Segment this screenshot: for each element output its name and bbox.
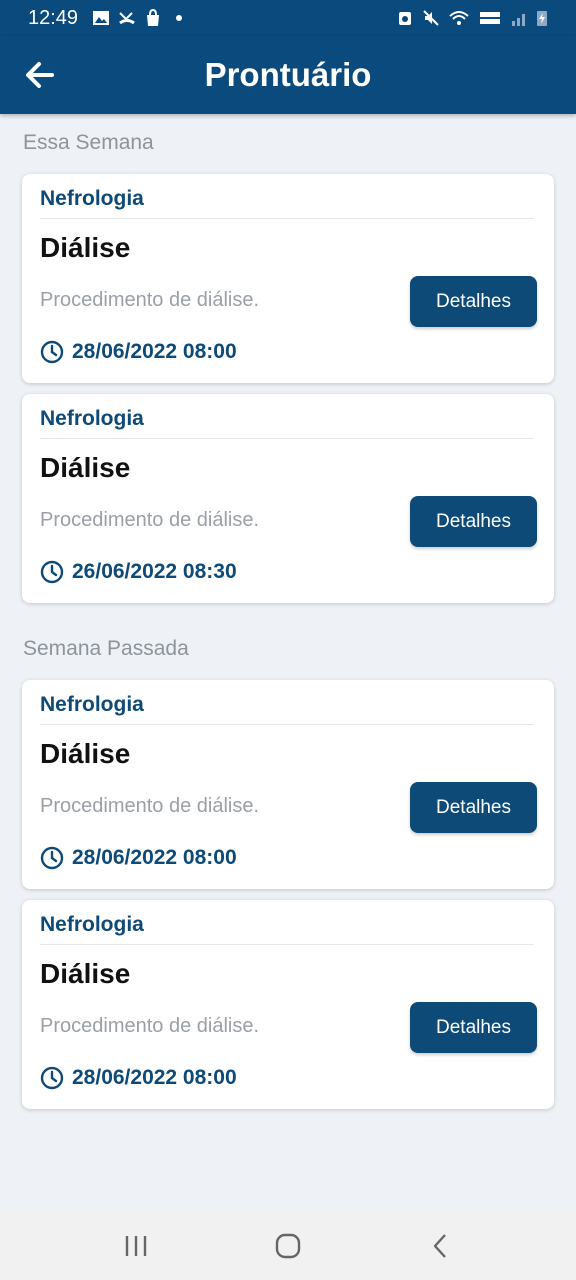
card-title: Diálise — [40, 958, 131, 989]
card-title: Diálise — [40, 232, 131, 263]
back-icon — [433, 1234, 446, 1258]
dot-icon — [176, 15, 183, 21]
card-datetime: 28/06/2022 08:00 — [72, 846, 237, 869]
battery-charging-icon — [537, 11, 547, 26]
missed-call-icon — [119, 12, 135, 25]
card-description: Procedimento de diálise. — [40, 509, 260, 531]
card-category: Nefrologia — [40, 693, 144, 716]
record-card: Nefrologia Diálise Procedimento de diáli… — [22, 900, 554, 1109]
record-card: Nefrologia Diálise Procedimento de diáli… — [22, 680, 554, 889]
status-time: 12:49 — [28, 6, 79, 29]
card-category: Nefrologia — [40, 187, 144, 210]
card-title: Diálise — [40, 738, 131, 769]
image-icon — [93, 11, 110, 25]
card-description: Procedimento de diálise. — [40, 1015, 260, 1037]
card-title: Diálise — [40, 452, 131, 483]
clock-icon — [40, 846, 64, 870]
details-button[interactable]: Detalhes — [410, 1002, 537, 1053]
home-button[interactable] — [258, 1216, 318, 1276]
card-divider — [40, 944, 534, 945]
shopping-bag-icon — [147, 9, 160, 26]
clock-icon — [40, 1066, 64, 1090]
card-divider — [40, 438, 534, 439]
card-date-row: 28/06/2022 08:00 — [40, 340, 237, 364]
alarm-icon — [399, 12, 411, 25]
status-bar: 12:49 — [0, 0, 576, 36]
page-title: Prontuário — [204, 56, 372, 93]
card-divider — [40, 724, 534, 725]
card-date-row: 26/06/2022 08:30 — [40, 560, 237, 584]
home-icon — [275, 1233, 301, 1259]
record-card: Nefrologia Diálise Procedimento de diáli… — [22, 174, 554, 383]
volte-icon — [480, 12, 500, 24]
details-button[interactable]: Detalhes — [410, 276, 537, 327]
recent-apps-icon — [125, 1236, 147, 1256]
system-nav-bar — [0, 1212, 576, 1280]
card-description: Procedimento de diálise. — [40, 289, 260, 311]
mute-icon — [423, 10, 439, 26]
card-date-row: 28/06/2022 08:00 — [40, 846, 237, 870]
card-description: Procedimento de diálise. — [40, 795, 260, 817]
section-title-last-week: Semana Passada — [23, 637, 189, 660]
card-category: Nefrologia — [40, 407, 144, 430]
system-back-button[interactable] — [410, 1216, 470, 1276]
card-datetime: 28/06/2022 08:00 — [72, 340, 237, 363]
record-card: Nefrologia Diálise Procedimento de diáli… — [22, 394, 554, 603]
clock-icon — [40, 560, 64, 584]
card-divider — [40, 218, 534, 219]
card-datetime: 28/06/2022 08:00 — [72, 1066, 237, 1089]
app-bar: Prontuário — [0, 36, 576, 114]
card-category: Nefrologia — [40, 913, 144, 936]
recent-apps-button[interactable] — [106, 1216, 166, 1276]
section-title-this-week: Essa Semana — [23, 131, 154, 154]
wifi-icon — [449, 11, 469, 25]
details-button[interactable]: Detalhes — [410, 782, 537, 833]
details-button[interactable]: Detalhes — [410, 496, 537, 547]
clock-icon — [40, 340, 64, 364]
card-date-row: 28/06/2022 08:00 — [40, 1066, 237, 1090]
card-datetime: 26/06/2022 08:30 — [72, 560, 237, 583]
signal-icon — [512, 14, 525, 26]
